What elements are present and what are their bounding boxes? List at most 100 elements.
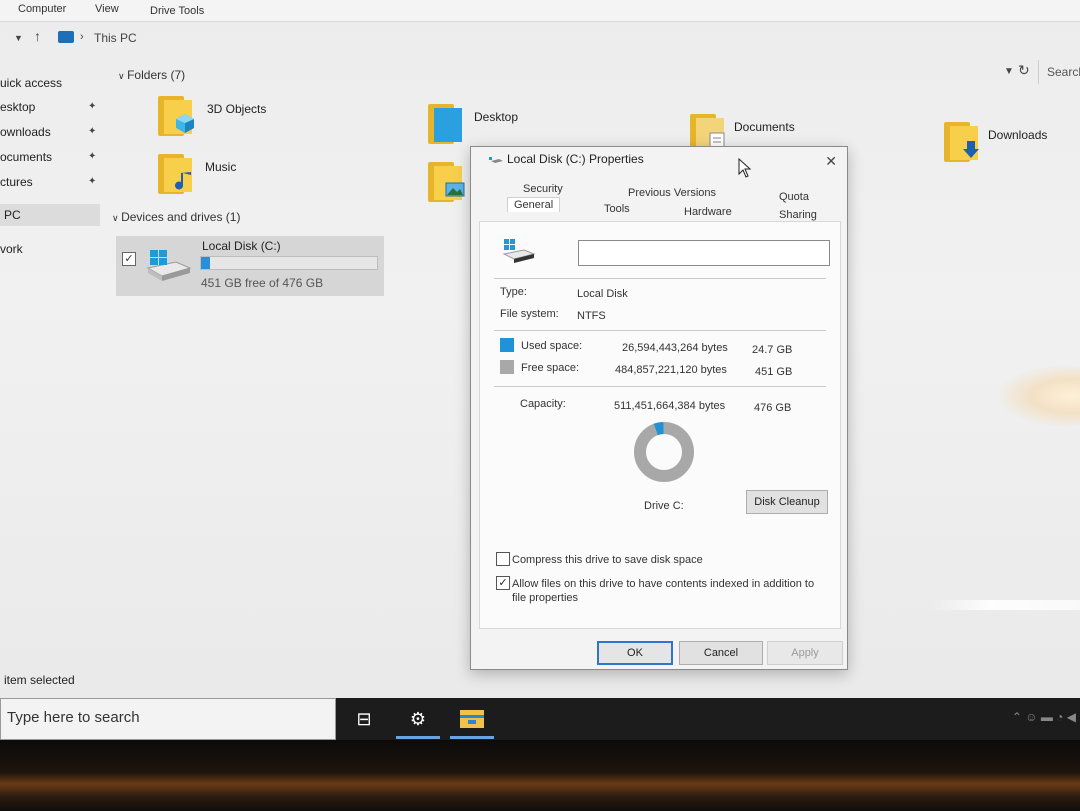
file-explorer-active-indicator [450,736,494,739]
ribbon: Computer View Drive Tools [0,0,1080,22]
folder-label-music[interactable]: Music [205,160,236,174]
nav-item-quick-access[interactable]: uick access [0,72,100,94]
collapse-chevron-icon: ∨ [112,213,122,223]
screen-glare [1000,366,1080,426]
folder-label-downloads[interactable]: Downloads [988,128,1047,142]
nav-item-documents[interactable]: ocuments ✦ [0,146,100,168]
type-value: Local Disk [577,288,628,300]
folders-section-header[interactable]: ∨ Folders (7) [118,68,185,82]
drive-name-input[interactable] [578,240,830,266]
used-space-swatch [500,338,514,352]
ok-button[interactable]: OK [597,641,673,665]
devices-header-label: Devices and drives (1) [121,210,241,224]
type-label: Type: [500,286,527,298]
disk-cleanup-button[interactable]: Disk Cleanup [746,490,828,514]
nav-item-label: esktop [0,100,36,114]
hard-drive-icon [146,250,192,281]
nav-item-this-pc[interactable]: PC [0,204,100,226]
status-bar-text: item selected [4,673,75,687]
drive-name: Local Disk (C:) [202,239,281,253]
tab-previous-versions[interactable]: Previous Versions [628,187,716,199]
drive-free-text: 451 GB free of 476 GB [201,276,324,290]
music-folder-icon[interactable] [158,154,196,196]
mouse-pointer-icon [738,158,752,178]
system-tray[interactable]: ⌃ ☺ ▬ ◔ ◀ [1012,710,1076,724]
apply-button[interactable]: Apply [767,641,843,665]
address-dropdown-chevron-icon[interactable]: ▼ [1004,66,1014,77]
used-space-bytes: 26,594,443,264 bytes [622,342,728,354]
nav-item-label: uick access [0,76,63,90]
nav-item-desktop[interactable]: esktop ✦ [0,96,100,118]
downloads-folder-icon[interactable] [944,122,982,164]
search-input[interactable]: Search [1038,60,1080,84]
drive-usage-donut-chart [634,422,694,483]
taskbar-search-box[interactable]: Type here to search [0,698,336,740]
folder-label-desktop[interactable]: Desktop [474,110,518,124]
settings-active-indicator [396,736,440,739]
collapse-chevron-icon: ∨ [118,71,128,81]
breadcrumb-this-pc[interactable]: This PC [94,31,137,45]
tab-hardware[interactable]: Hardware [684,206,732,218]
pin-icon: ✦ [88,151,97,162]
compress-drive-checkbox[interactable] [496,552,510,566]
devices-section-header[interactable]: ∨ Devices and drives (1) [112,210,240,224]
used-space-gb: 24.7 GB [752,344,793,356]
ribbon-tab-computer[interactable]: Computer [18,3,66,15]
tab-general[interactable]: General [507,197,561,212]
free-space-bytes: 484,857,221,120 bytes [615,364,727,376]
ribbon-tab-drive-tools[interactable]: Drive Tools [150,5,204,17]
nav-item-downloads[interactable]: ownloads ✦ [0,121,100,143]
screen: Computer View Drive Tools ▼ ↑ › This PC … [0,0,1080,740]
dialog-tabs: Security Previous Versions Quota General… [477,183,843,223]
pin-icon: ✦ [88,101,97,112]
dialog-title: Local Disk (C:) Properties [507,152,644,166]
separator [494,278,826,279]
file-system-label: File system: [500,308,559,320]
nav-item-pictures[interactable]: ctures ✦ [0,171,100,193]
folder-label-documents[interactable]: Documents [734,120,795,134]
tab-quota[interactable]: Quota [779,191,809,203]
separator [494,386,826,387]
cancel-button[interactable]: Cancel [679,641,763,665]
nav-item-network[interactable]: vork [0,238,100,260]
drive-usage-bar [200,256,378,270]
used-space-label: Used space: [521,340,583,352]
general-tab-panel: Type: Local Disk File system: NTFS Used … [479,221,841,629]
tab-tools[interactable]: Tools [604,203,630,215]
local-disk-c-tile[interactable]: ✓ Local Disk (C:) 451 GB free of 476 GB [116,236,384,296]
drive-letter-label: Drive C: [644,500,684,512]
capacity-bytes: 511,451,664,384 bytes [614,400,726,412]
ribbon-tab-view[interactable]: View [95,3,119,15]
folders-header-label: Folders (7) [127,68,186,82]
compress-drive-label: Compress this drive to save disk space [512,554,703,566]
separator [494,330,826,331]
tab-sharing[interactable]: Sharing [779,209,817,221]
free-space-swatch [500,360,514,374]
task-view-icon[interactable]: ⊟ [350,706,378,732]
pictures-folder-icon[interactable] [428,162,466,204]
properties-dialog: Local Disk (C:) Properties ✕ Security Pr… [470,146,848,670]
pin-icon: ✦ [88,176,97,187]
desktop-folder-icon[interactable] [428,104,466,146]
settings-gear-icon[interactable]: ⚙ [404,706,432,732]
nav-item-label: ocuments [0,150,53,164]
nav-item-label: ownloads [0,125,51,139]
3d-objects-folder-icon[interactable] [158,96,196,138]
close-icon[interactable]: ✕ [825,153,837,170]
drive-title-icon [489,157,503,163]
nav-item-label: PC [4,208,21,222]
recent-locations-chevron-icon[interactable]: ▼ [14,33,23,43]
monitor-bezel [0,740,1080,811]
drive-select-checkbox[interactable]: ✓ [122,252,136,266]
index-contents-checkbox[interactable]: ✓ [496,576,510,590]
refresh-icon[interactable]: ↻ [1018,62,1030,79]
folder-label-3d-objects[interactable]: 3D Objects [207,102,266,116]
file-explorer-icon[interactable] [458,708,486,730]
breadcrumb-chevron-icon[interactable]: › [80,31,84,43]
screen-glare-streak [930,600,1080,610]
free-space-label: Free space: [521,362,580,374]
up-arrow-icon[interactable]: ↑ [34,28,41,44]
tab-security[interactable]: Security [523,183,563,195]
file-system-value: NTFS [577,310,606,322]
drive-usage-fill [201,257,211,269]
